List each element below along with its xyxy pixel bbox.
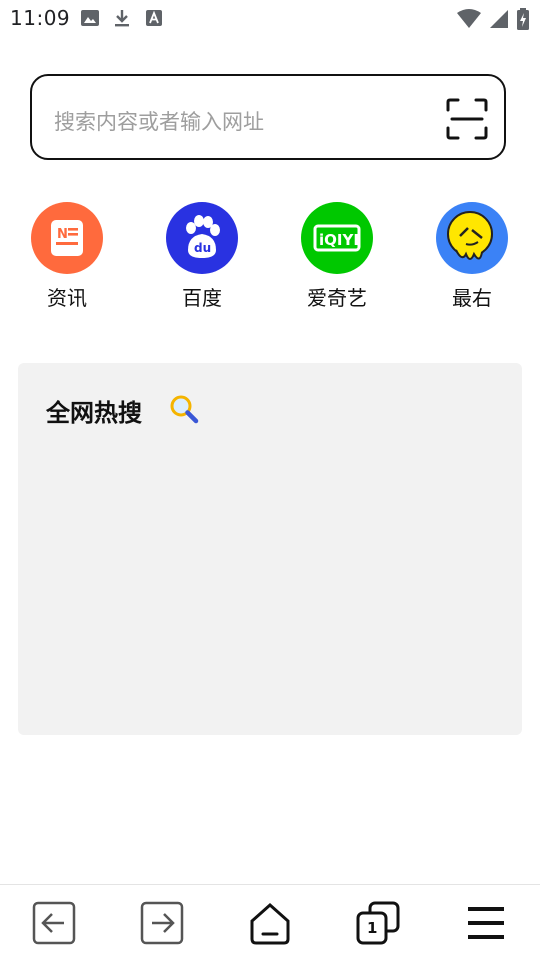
image-icon	[81, 10, 99, 26]
wifi-icon	[457, 9, 481, 28]
news-icon: N	[31, 202, 103, 274]
shortcut-zuiyou[interactable]: 最右	[427, 202, 517, 311]
signal-icon	[490, 10, 508, 28]
zuiyou-icon	[436, 202, 508, 274]
magnifier-emoji-icon	[170, 395, 199, 424]
tab-count: 1	[367, 919, 378, 937]
scan-icon[interactable]	[444, 96, 490, 142]
shortcut-news[interactable]: N 资讯	[22, 202, 112, 311]
shortcut-label: 百度	[182, 286, 222, 310]
forward-icon[interactable]	[138, 899, 186, 947]
hot-search-title: 全网热搜	[46, 399, 142, 427]
status-system-icons	[456, 8, 530, 30]
battery-icon	[517, 8, 529, 30]
shortcut-iqiyi[interactable]: iQIYI 爱奇艺	[292, 202, 382, 311]
browser-home-screen: 11:09 搜索内容或者输入网址 N 资讯 du 百度 iQIYI 爱奇艺 最右…	[0, 0, 540, 960]
back-icon[interactable]	[30, 899, 78, 947]
download-icon	[115, 10, 129, 27]
font-icon	[146, 10, 162, 26]
tabs-button[interactable]: 1	[354, 899, 402, 947]
hot-search-card[interactable]: 全网热搜	[18, 363, 522, 735]
svg-text:N: N	[57, 227, 68, 242]
bottom-nav: 1	[0, 884, 540, 960]
tabs-icon	[356, 901, 400, 945]
menu-icon[interactable]	[462, 899, 510, 947]
home-icon[interactable]	[246, 899, 294, 947]
search-input[interactable]: 搜索内容或者输入网址	[54, 106, 264, 136]
svg-text:iQIYI: iQIYI	[319, 231, 359, 249]
search-box[interactable]: 搜索内容或者输入网址	[30, 74, 506, 160]
iqiyi-icon: iQIYI	[301, 202, 373, 274]
shortcut-baidu[interactable]: du 百度	[157, 202, 247, 311]
svg-text:du: du	[194, 241, 211, 255]
status-time: 11:09	[10, 6, 71, 30]
status-notification-icons	[80, 8, 164, 28]
status-bar: 11:09	[0, 0, 540, 38]
baidu-paw-icon: du	[166, 202, 238, 274]
shortcut-label: 最右	[452, 286, 492, 310]
shortcut-label: 资讯	[47, 286, 87, 310]
shortcut-label: 爱奇艺	[307, 286, 367, 310]
